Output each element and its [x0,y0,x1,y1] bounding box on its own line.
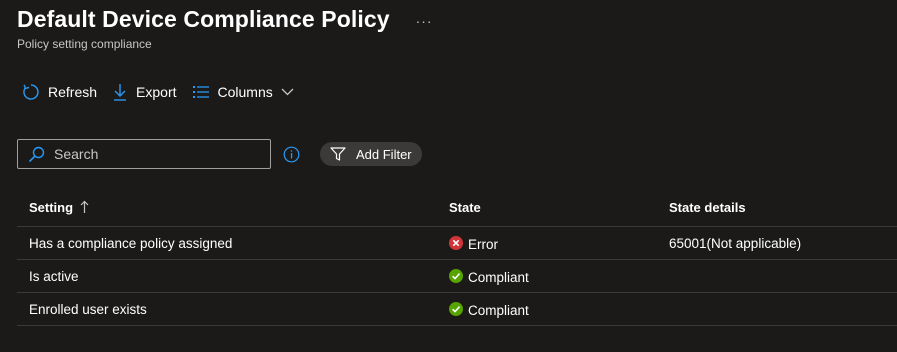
search-input[interactable] [52,145,256,163]
filter-icon [330,147,346,161]
state-cell: Compliant [437,302,657,318]
search-filter-row: Add Filter [17,139,422,169]
column-header-state[interactable]: State [437,200,657,215]
chevron-down-icon [281,88,294,96]
state-label: Compliant [468,302,529,318]
compliance-page: Default Device Compliance Policy ··· Pol… [0,0,897,352]
export-label: Export [136,84,177,100]
export-button[interactable]: Export [112,83,177,101]
add-filter-button[interactable]: Add Filter [320,142,422,166]
setting-cell: Has a compliance policy assigned [29,235,233,251]
toolbar: Refresh Export Columns [22,80,309,104]
column-header-label: Setting [29,199,74,215]
state-details-cell: 65001(Not applicable) [669,235,802,251]
state-cell: Error [437,236,657,252]
error-icon [449,236,463,250]
refresh-icon [22,83,40,101]
table-row[interactable]: Has a compliance policy assigned Error 6… [17,227,897,260]
column-header-label: State details [669,199,746,215]
setting-cell: Enrolled user exists [29,301,147,317]
check-icon [449,302,463,316]
download-icon [112,83,128,101]
more-options-icon[interactable]: ··· [416,13,433,29]
columns-label: Columns [217,84,273,100]
table-row[interactable]: Enrolled user exists Compliant [17,293,897,326]
title-row: Default Device Compliance Policy ··· [17,6,433,33]
search-box [17,139,271,169]
state-cell: Compliant [437,269,657,285]
add-filter-label: Add Filter [356,146,412,162]
page-title: Default Device Compliance Policy [17,6,390,32]
compliance-table: Setting State State details Has a compli… [17,188,897,326]
refresh-label: Refresh [48,84,98,100]
column-header-state-details[interactable]: State details [657,200,897,215]
setting-cell: Is active [29,268,79,284]
column-header-label: State [449,199,481,215]
columns-button[interactable]: Columns [192,84,294,100]
columns-icon [192,84,210,100]
state-label: Compliant [468,269,529,285]
column-header-setting[interactable]: Setting [17,200,437,215]
table-header: Setting State State details [17,188,897,227]
state-label: Error [468,236,498,252]
check-icon [449,269,463,283]
refresh-button[interactable]: Refresh [22,83,97,101]
info-icon[interactable] [283,146,300,163]
arrow-up-icon [80,200,89,214]
page-subtitle: Policy setting compliance [17,37,152,51]
table-row[interactable]: Is active Compliant [17,260,897,293]
search-icon [28,146,45,163]
